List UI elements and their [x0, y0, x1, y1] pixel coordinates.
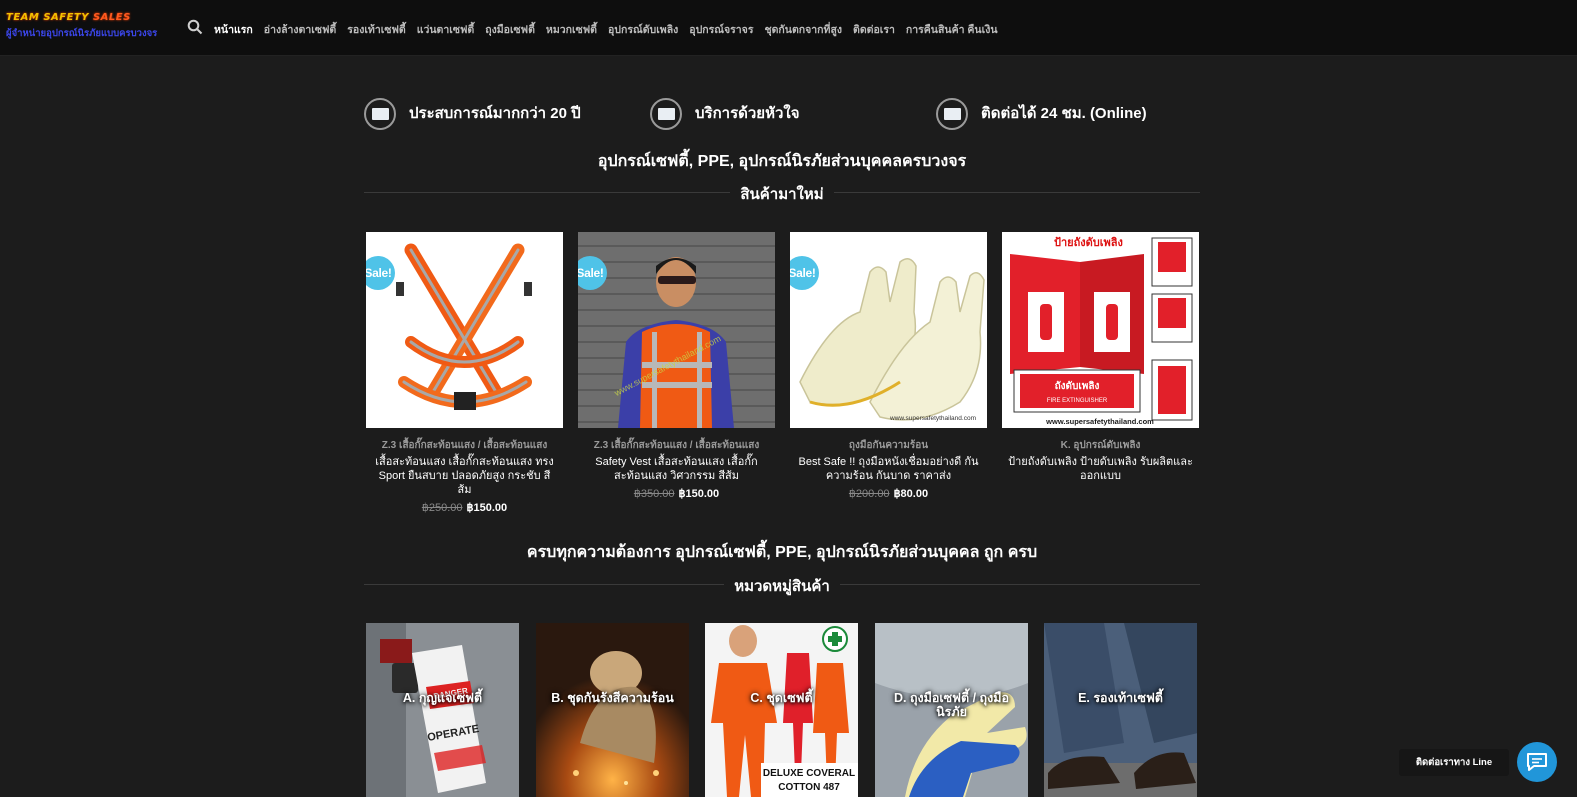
- category-card-shoes[interactable]: E. รองเท้าเซฟตี้: [1044, 623, 1197, 797]
- logo-tagline: ผู้จำหน่ายอุปกรณ์นิรภัยแบบครบวงจร: [6, 28, 158, 39]
- coverall-text: DELUXE COVERAL: [763, 768, 855, 779]
- nav-item-helmets[interactable]: หมวกเซฟตี้: [546, 21, 597, 38]
- old-price: ฿250.00: [421, 502, 463, 514]
- old-price: ฿200.00: [848, 488, 890, 500]
- product-price: ฿350.00 ฿150.00: [578, 487, 775, 500]
- old-price: ฿350.00: [633, 488, 675, 500]
- coverall-text-2: COTTON 487: [778, 782, 840, 793]
- category-label: C. ชุดเซฟตี้: [750, 691, 813, 705]
- categories-grid: DANGER OPERATE A. กุญแจเซฟตี้ B. ชุดกันร…: [366, 623, 1198, 797]
- feature-24h: ติดต่อได้ 24 ชม. (Online): [936, 98, 1147, 130]
- nav-item-safety-glasses[interactable]: แว่นตาเซฟตี้: [417, 21, 475, 38]
- site-header: TEAM SAFETY SALES ผู้จำหน่ายอุปกรณ์นิรภั…: [0, 0, 1577, 56]
- new-products-heading: สินค้ามาใหม่: [364, 182, 1200, 203]
- feature-icon: [650, 98, 682, 130]
- feature-experience: ประสบการณ์มากกว่า 20 ปี: [364, 98, 581, 130]
- feature-row: ประสบการณ์มากกว่า 20 ปี บริการด้วยหัวใจ …: [364, 98, 1204, 138]
- feature-text: บริการด้วยหัวใจ: [695, 105, 800, 122]
- image-url-text: www.supersafetythailand.com: [1045, 417, 1154, 426]
- feature-service: บริการด้วยหัวใจ: [650, 98, 800, 130]
- new-products-title: สินค้ามาใหม่: [730, 186, 834, 203]
- image-sign-text-en: FIRE EXTINGUISHER: [1047, 398, 1108, 404]
- nav-item-home[interactable]: หน้าแรก: [214, 21, 253, 38]
- new-products-grid: Sale! Z.3 เสื้อกั๊กสะท้อนแสง / เสื้อสะท้…: [366, 232, 1200, 514]
- nav-item-fire-equipment[interactable]: อุปกรณ์ดับเพลิง: [608, 21, 678, 38]
- image-url-text: www.supersafetythailand.com: [889, 415, 976, 422]
- logo-wordmark: TEAM SAFETY SALES: [6, 12, 131, 23]
- nav-item-returns[interactable]: การคืนสินค้า คืนเงิน: [906, 21, 998, 38]
- product-price: ฿200.00 ฿80.00: [790, 487, 987, 500]
- search-icon[interactable]: [187, 19, 203, 35]
- category-card-gloves[interactable]: D. ถุงมือเซฟตี้ / ถุงมือนิรภัย: [875, 623, 1028, 797]
- sale-price: ฿150.00: [678, 488, 720, 500]
- product-price: ฿250.00 ฿150.00: [366, 501, 563, 514]
- image-title: ป้ายถังดับเพลิง: [1054, 236, 1123, 249]
- category-label: D. ถุงมือเซฟตี้ / ถุงมือนิรภัย: [894, 691, 1009, 719]
- category-label: E. รองเท้าเซฟตี้: [1078, 691, 1163, 705]
- nav-item-eyewash[interactable]: อ่างล้างตาเซฟตี้: [264, 21, 336, 38]
- nav-item-traffic[interactable]: อุปกรณ์จราจร: [689, 21, 753, 38]
- product-image[interactable]: Sale!: [366, 232, 563, 428]
- product-name[interactable]: ป้ายถังดับเพลิง ป้ายดับเพลิง รับผลิตและอ…: [1002, 455, 1199, 483]
- nav-item-gloves[interactable]: ถุงมือเซฟตี้: [485, 21, 535, 38]
- site-logo[interactable]: TEAM SAFETY SALES ผู้จำหน่ายอุปกรณ์นิรภั…: [6, 12, 186, 41]
- nav-item-safety-shoes[interactable]: รองเท้าเซฟตี้: [347, 21, 405, 38]
- product-category[interactable]: Z.3 เสื้อกั๊กสะท้อนแสง / เสื้อสะท้อนแสง: [366, 438, 563, 453]
- product-image[interactable]: www.supersafetythailand.com Sale!: [790, 232, 987, 428]
- categories-title: หมวดหมู่สินค้า: [724, 578, 840, 595]
- category-card-heat-suits[interactable]: B. ชุดกันรังสีความร้อน: [536, 623, 689, 797]
- category-label: B. ชุดกันรังสีความร้อน: [551, 691, 674, 705]
- nav-item-fall-protection[interactable]: ชุดกันตกจากที่สูง: [764, 21, 842, 38]
- chat-button[interactable]: [1517, 742, 1557, 782]
- product-category[interactable]: Z.3 เสื้อกั๊กสะท้อนแสง / เสื้อสะท้อนแสง: [578, 438, 775, 453]
- categories-heading: หมวดหมู่สินค้า: [364, 574, 1200, 595]
- product-card: ป้ายถังดับเพลิง ถังดับเพลิง FIRE EXTINGU…: [1002, 232, 1199, 483]
- product-card: www.supersafetythailand.com Sale! Z.3 เส…: [578, 232, 775, 500]
- headline-main: อุปกรณ์เซฟตี้, PPE, อุปกรณ์นิรภัยส่วนบุค…: [597, 153, 967, 170]
- product-category[interactable]: K. อุปกรณ์ดับเพลิง: [1002, 438, 1199, 453]
- headline-secondary: ครบทุกความต้องการ อุปกรณ์เซฟตี้, PPE, อุ…: [526, 544, 1038, 561]
- product-name[interactable]: Safety Vest เสื้อสะท้อนแสง เสื้อกั๊กสะท้…: [578, 455, 775, 483]
- chat-bubble-icon: [1527, 753, 1547, 771]
- product-card: Sale! Z.3 เสื้อกั๊กสะท้อนแสง / เสื้อสะท้…: [366, 232, 563, 514]
- product-image[interactable]: www.supersafetythailand.com Sale!: [578, 232, 775, 428]
- product-card: www.supersafetythailand.com Sale! ถุงมือ…: [790, 232, 987, 500]
- main-nav: หน้าแรก อ่างล้างตาเซฟตี้ รองเท้าเซฟตี้ แ…: [214, 21, 1009, 38]
- nav-item-contact[interactable]: ติดต่อเรา: [853, 21, 895, 38]
- product-image[interactable]: ป้ายถังดับเพลิง ถังดับเพลิง FIRE EXTINGU…: [1002, 232, 1199, 428]
- image-sign-text: ถังดับเพลิง: [1055, 380, 1100, 392]
- sale-price: ฿150.00: [466, 502, 508, 514]
- feature-text: ประสบการณ์มากกว่า 20 ปี: [409, 105, 581, 122]
- category-card-locks[interactable]: DANGER OPERATE A. กุญแจเซฟตี้: [366, 623, 519, 797]
- product-name[interactable]: Best Safe !! ถุงมือหนังเชื่อมอย่างดี กัน…: [790, 455, 987, 483]
- feature-text: ติดต่อได้ 24 ชม. (Online): [981, 105, 1147, 122]
- line-chat-label[interactable]: ติดต่อเราทาง Line: [1399, 749, 1509, 776]
- feature-icon: [936, 98, 968, 130]
- product-category[interactable]: ถุงมือกันความร้อน: [790, 438, 987, 453]
- category-label: A. กุญแจเซฟตี้: [402, 691, 483, 705]
- category-card-safety-suits[interactable]: DELUXE COVERAL COTTON 487 C. ชุดเซฟตี้: [705, 623, 858, 797]
- product-name[interactable]: เสื้อสะท้อนแสง เสื้อกั๊กสะท้อนแสง ทรง Sp…: [366, 455, 563, 497]
- feature-icon: [364, 98, 396, 130]
- sale-price: ฿80.00: [893, 488, 929, 500]
